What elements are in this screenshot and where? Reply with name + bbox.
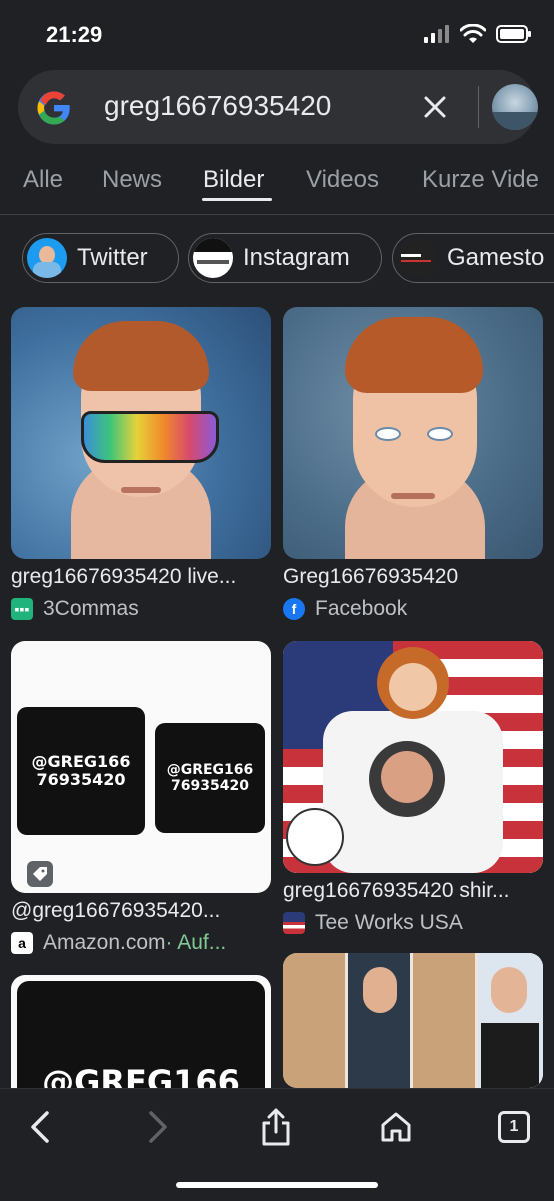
chip-thumbnail xyxy=(27,238,67,278)
share-icon xyxy=(262,1108,290,1146)
chip-label: Instagram xyxy=(243,244,350,271)
pillow-line-1: @GREG166 xyxy=(166,761,254,778)
back-button[interactable] xyxy=(18,1105,62,1149)
result-thumbnail[interactable]: @GREG166 xyxy=(11,975,271,1088)
result-source-label: Amazon.com xyxy=(43,931,166,954)
result-source[interactable]: ▪▪▪ 3Commas xyxy=(11,597,139,621)
home-button[interactable] xyxy=(374,1105,418,1149)
chip-gamestop[interactable]: Gamesto xyxy=(392,233,554,283)
result-thumbnail[interactable] xyxy=(11,307,271,559)
google-logo-icon xyxy=(37,91,70,125)
3commas-icon: ▪▪▪ xyxy=(11,598,33,620)
chevron-left-icon xyxy=(31,1111,49,1143)
active-tab-indicator xyxy=(202,198,272,201)
tee-works-usa-icon xyxy=(283,912,305,934)
image-result[interactable]: @GREG166 76935420 @GREG166 76935420 @gre… xyxy=(11,641,271,961)
image-result[interactable]: Greg16676935420 f Facebook xyxy=(283,307,543,627)
close-icon xyxy=(424,96,446,118)
filter-chips: Twitter Instagram Gamesto xyxy=(0,233,554,285)
image-result[interactable]: greg16676935420 live... ▪▪▪ 3Commas xyxy=(11,307,271,627)
tabs-button[interactable]: 1 xyxy=(492,1105,536,1149)
tab-all[interactable]: Alle xyxy=(23,166,63,194)
status-time: 21:29 xyxy=(46,22,103,47)
result-thumbnail[interactable] xyxy=(283,953,543,1088)
result-source-label: Facebook xyxy=(315,597,408,620)
image-result[interactable]: @GREG166 xyxy=(11,975,271,1088)
amazon-icon: a xyxy=(11,932,33,954)
chip-twitter[interactable]: Twitter xyxy=(22,233,179,283)
battery-icon xyxy=(496,25,531,43)
status-bar: 21:29 xyxy=(0,0,554,64)
search-divider xyxy=(478,86,479,128)
pillow-text: @GREG166 xyxy=(42,1063,240,1088)
search-tabs: Alle News Bilder Videos Kurze Vide xyxy=(0,156,554,215)
result-thumbnail[interactable] xyxy=(283,641,543,873)
pillow-line-1: @GREG166 xyxy=(31,751,131,771)
shopping-tag-icon xyxy=(27,861,53,887)
status-icons xyxy=(424,24,532,44)
facebook-icon: f xyxy=(283,598,305,620)
chevron-right-icon xyxy=(149,1111,167,1143)
result-source[interactable]: a Amazon.com · Auf... xyxy=(11,931,226,955)
pillow-image: @GREG166 76935420 xyxy=(17,707,145,835)
chip-thumbnail xyxy=(193,238,233,278)
availability-label: · Auf... xyxy=(165,931,227,954)
chip-instagram[interactable]: Instagram xyxy=(188,233,382,283)
result-source-label: Tee Works USA xyxy=(315,911,463,934)
search-input[interactable]: greg16676935420 xyxy=(104,90,331,122)
result-thumbnail[interactable] xyxy=(283,307,543,559)
home-indicator xyxy=(176,1182,378,1188)
image-result[interactable]: greg16676935420 shir... Tee Works USA xyxy=(283,641,543,961)
result-source-label: 3Commas xyxy=(43,597,139,620)
result-thumbnail[interactable]: @GREG166 76935420 @GREG166 76935420 xyxy=(11,641,271,893)
pillow-image: @GREG166 76935420 xyxy=(155,723,265,833)
home-icon xyxy=(381,1112,411,1142)
share-button[interactable] xyxy=(254,1105,298,1149)
chip-label: Twitter xyxy=(77,244,148,271)
chip-thumbnail xyxy=(397,238,437,278)
result-title[interactable]: greg16676935420 live... xyxy=(11,565,236,589)
tab-short-videos[interactable]: Kurze Vide xyxy=(422,166,539,194)
account-avatar[interactable] xyxy=(492,84,538,130)
forward-button[interactable] xyxy=(136,1105,180,1149)
chip-label: Gamesto xyxy=(447,244,545,271)
signal-icon xyxy=(424,25,449,43)
result-title[interactable]: @greg16676935420... xyxy=(11,899,220,923)
tab-count: 1 xyxy=(498,1111,530,1143)
pillow-line-2: 76935420 xyxy=(36,770,126,789)
result-source[interactable]: Tee Works USA xyxy=(283,911,463,935)
tab-images[interactable]: Bilder xyxy=(203,166,264,194)
image-result[interactable] xyxy=(283,953,543,1088)
result-title[interactable]: greg16676935420 shir... xyxy=(283,879,510,903)
wifi-icon xyxy=(460,24,486,43)
result-source[interactable]: f Facebook xyxy=(283,597,407,621)
tab-news[interactable]: News xyxy=(102,166,162,194)
pillow-image: @GREG166 xyxy=(17,981,265,1088)
search-box[interactable]: greg16676935420 xyxy=(18,70,538,144)
result-title[interactable]: Greg16676935420 xyxy=(283,565,458,589)
clear-search-button[interactable] xyxy=(416,88,454,126)
tab-videos[interactable]: Videos xyxy=(306,166,379,194)
flag-background-image xyxy=(283,641,543,873)
pillow-line-2: 76935420 xyxy=(171,778,249,794)
